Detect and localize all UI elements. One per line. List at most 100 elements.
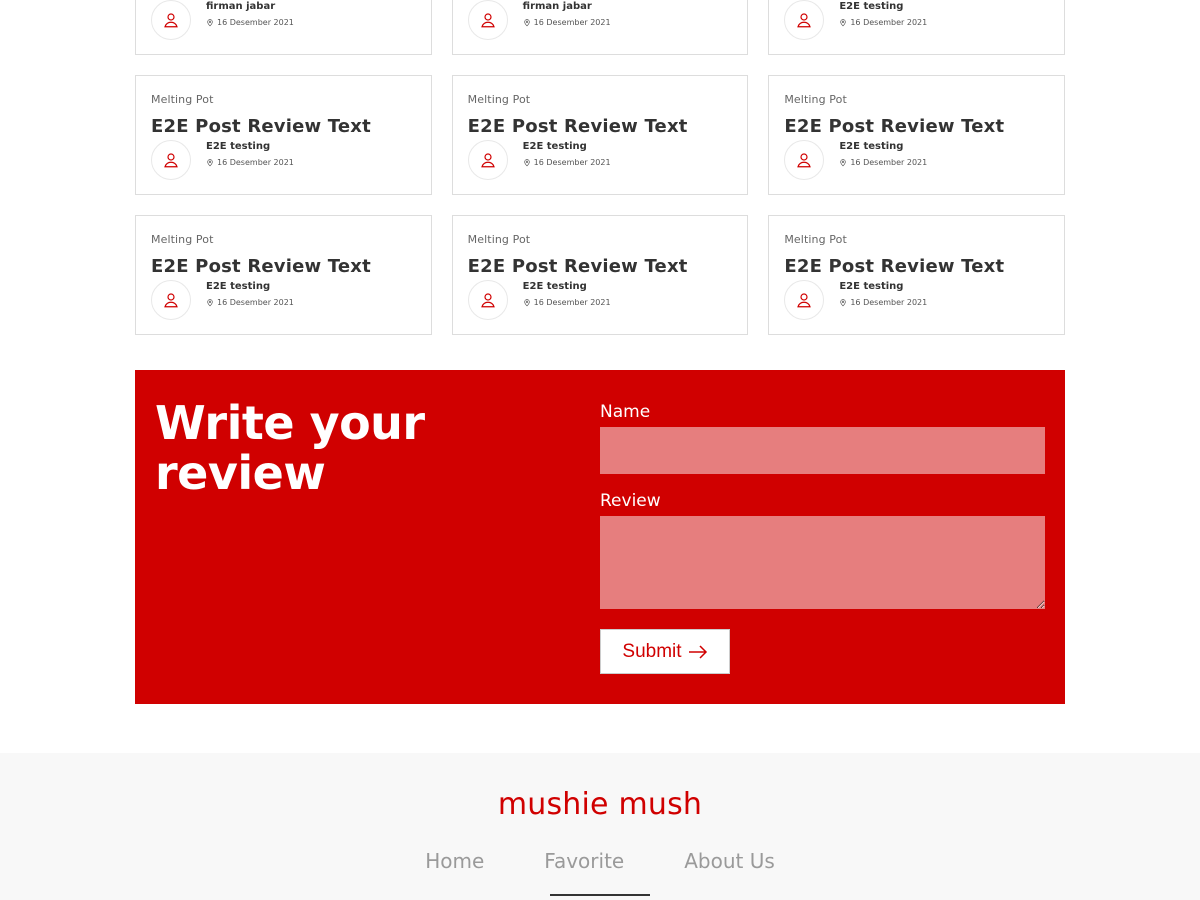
- write-review-heading: Write your review: [155, 396, 425, 500]
- review-date: 16 Desember 2021: [850, 157, 928, 167]
- arrow-right-icon: [688, 644, 707, 659]
- map-pin-icon: [840, 159, 847, 167]
- review-card[interactable]: Melting Pot E2E Post Review Text E2E tes…: [768, 215, 1066, 335]
- review-card[interactable]: Melting Pot E2E Post Review Text E2E tes…: [135, 215, 432, 335]
- author-name: firman jabar: [522, 0, 592, 12]
- user-icon: [151, 280, 191, 320]
- map-pin-icon: [840, 299, 847, 307]
- footer-nav: Home Favorite About Us: [0, 849, 1200, 873]
- user-icon: [467, 0, 508, 40]
- review-author: E2E testing 16 Desember 2021: [151, 280, 416, 320]
- review-card[interactable]: E2E testing 16 Desember 2021: [768, 0, 1066, 55]
- user-icon: [467, 140, 508, 180]
- write-review-section: Write your review Name Review Submit: [135, 370, 1065, 704]
- review-date-row: 16 Desember 2021: [523, 297, 611, 309]
- map-pin-icon: [524, 19, 530, 27]
- review-date-row: 16 Desember 2021: [839, 297, 927, 309]
- author-name: E2E testing: [839, 0, 904, 12]
- review-date-row: 16 Desember 2021: [523, 157, 611, 169]
- map-pin-icon: [840, 19, 847, 27]
- review-author: E2E testing 16 Desember 2021: [784, 280, 1049, 320]
- author-name: E2E testing: [839, 140, 904, 152]
- review-category: Melting Pot: [784, 233, 847, 246]
- review-label: Review: [600, 491, 661, 511]
- review-row: Melting Pot E2E Post Review Text E2E tes…: [135, 215, 1066, 335]
- review-date: 16 Desember 2021: [850, 297, 928, 307]
- review-author: E2E testing 16 Desember 2021: [151, 140, 416, 180]
- review-category: Melting Pot: [151, 93, 214, 106]
- author-name: firman jabar: [206, 0, 276, 12]
- user-icon: [784, 280, 825, 320]
- review-row: Melting Pot E2E Post Review Text E2E tes…: [135, 75, 1066, 195]
- review-author: E2E testing 16 Desember 2021: [467, 140, 733, 180]
- author-name: E2E testing: [522, 140, 587, 152]
- review-date: 16 Desember 2021: [850, 17, 928, 27]
- author-name: E2E testing: [522, 280, 587, 292]
- review-author: E2E testing 16 Desember 2021: [784, 0, 1049, 40]
- map-pin-icon: [524, 299, 530, 307]
- review-author: E2E testing 16 Desember 2021: [784, 140, 1049, 180]
- review-grid: firman jabar 16 Desember 2021 firman jab…: [135, 0, 1066, 355]
- review-date-row: 16 Desember 2021: [839, 17, 927, 29]
- review-title: E2E Post Review Text: [151, 256, 371, 277]
- review-title: E2E Post Review Text: [784, 256, 1005, 277]
- review-date: 16 Desember 2021: [533, 297, 611, 307]
- review-textarea[interactable]: [600, 516, 1045, 609]
- map-pin-icon: [524, 159, 530, 167]
- map-pin-icon: [207, 19, 213, 27]
- review-category: Melting Pot: [467, 93, 531, 106]
- review-category: Melting Pot: [467, 233, 531, 246]
- user-icon: [467, 280, 508, 320]
- user-icon: [784, 0, 825, 40]
- nav-home[interactable]: Home: [425, 849, 484, 873]
- review-title: E2E Post Review Text: [467, 116, 688, 137]
- review-date-row: 16 Desember 2021: [839, 157, 927, 169]
- review-author: firman jabar 16 Desember 2021: [467, 0, 733, 40]
- review-date-row: 16 Desember 2021: [206, 17, 294, 29]
- footer-brand[interactable]: mushie mush: [0, 787, 1200, 822]
- author-info: E2E testing 16 Desember 2021: [839, 280, 927, 309]
- author-info: firman jabar 16 Desember 2021: [523, 0, 611, 29]
- review-author: E2E testing 16 Desember 2021: [467, 280, 733, 320]
- review-card[interactable]: Melting Pot E2E Post Review Text E2E tes…: [768, 75, 1066, 195]
- review-title: E2E Post Review Text: [784, 116, 1005, 137]
- review-category: Melting Pot: [151, 233, 214, 246]
- review-date: 16 Desember 2021: [217, 17, 294, 27]
- author-name: E2E testing: [206, 140, 271, 152]
- review-card[interactable]: firman jabar 16 Desember 2021: [451, 0, 749, 55]
- review-date: 16 Desember 2021: [217, 297, 294, 307]
- submit-button[interactable]: Submit: [600, 629, 730, 674]
- submit-label: Submit: [622, 640, 682, 662]
- map-pin-icon: [207, 299, 213, 307]
- review-card[interactable]: Melting Pot E2E Post Review Text E2E tes…: [135, 75, 432, 195]
- nav-favorite[interactable]: Favorite: [544, 849, 624, 873]
- user-icon: [151, 140, 191, 180]
- nav-about-us[interactable]: About Us: [684, 849, 775, 873]
- review-date: 16 Desember 2021: [533, 157, 611, 167]
- user-icon: [784, 140, 825, 180]
- name-input[interactable]: [600, 427, 1045, 474]
- review-card[interactable]: Melting Pot E2E Post Review Text E2E tes…: [451, 215, 749, 335]
- author-info: E2E testing 16 Desember 2021: [839, 140, 927, 169]
- author-info: E2E testing 16 Desember 2021: [206, 280, 294, 309]
- review-date-row: 16 Desember 2021: [523, 17, 611, 29]
- review-title: E2E Post Review Text: [151, 116, 371, 137]
- active-nav-indicator: [550, 894, 650, 896]
- review-date: 16 Desember 2021: [533, 17, 611, 27]
- author-info: firman jabar 16 Desember 2021: [206, 0, 294, 29]
- review-card[interactable]: firman jabar 16 Desember 2021: [135, 0, 432, 55]
- review-category: Melting Pot: [784, 93, 847, 106]
- review-title: E2E Post Review Text: [467, 256, 688, 277]
- user-icon: [151, 0, 191, 40]
- review-card[interactable]: Melting Pot E2E Post Review Text E2E tes…: [451, 75, 749, 195]
- author-name: E2E testing: [839, 280, 904, 292]
- author-info: E2E testing 16 Desember 2021: [523, 140, 611, 169]
- map-pin-icon: [207, 159, 213, 167]
- review-author: firman jabar 16 Desember 2021: [151, 0, 416, 40]
- author-info: E2E testing 16 Desember 2021: [206, 140, 294, 169]
- review-date-row: 16 Desember 2021: [206, 157, 294, 169]
- review-date-row: 16 Desember 2021: [206, 297, 294, 309]
- author-name: E2E testing: [206, 280, 271, 292]
- name-label: Name: [600, 402, 651, 422]
- author-info: E2E testing 16 Desember 2021: [523, 280, 611, 309]
